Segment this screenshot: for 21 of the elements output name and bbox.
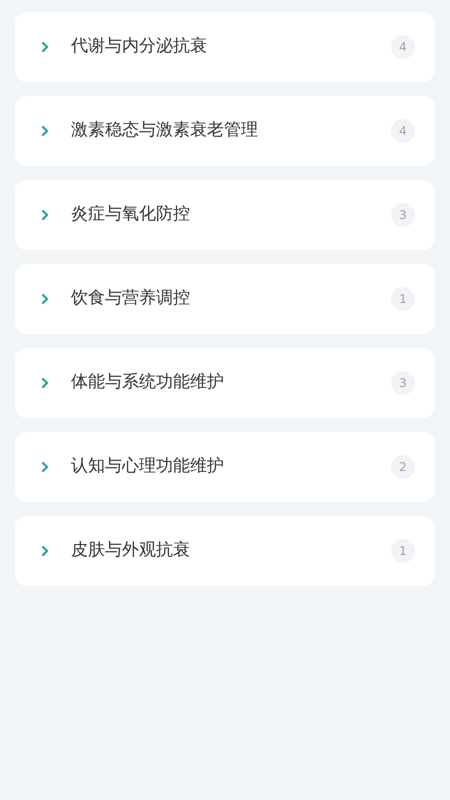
category-card[interactable]: 体能与系统功能维护 3 (15, 348, 435, 418)
category-card[interactable]: 代谢与内分泌抗衰 4 (15, 12, 435, 82)
count-badge: 2 (391, 455, 415, 479)
category-title: 炎症与氧化防控 (71, 203, 191, 226)
category-title: 皮肤与外观抗衰 (71, 539, 191, 562)
category-title: 饮食与营养调控 (71, 287, 191, 310)
category-title: 激素稳态与激素衰老管理 (71, 119, 259, 142)
category-card[interactable]: 饮食与营养调控 1 (15, 264, 435, 334)
category-card[interactable]: 炎症与氧化防控 3 (15, 180, 435, 250)
count-badge: 3 (391, 371, 415, 395)
category-card[interactable]: 激素稳态与激素衰老管理 4 (15, 96, 435, 166)
count-badge: 4 (391, 35, 415, 59)
count-badge: 3 (391, 203, 415, 227)
category-card[interactable]: 认知与心理功能维护 2 (15, 432, 435, 502)
category-title: 认知与心理功能维护 (71, 455, 225, 478)
category-title: 代谢与内分泌抗衰 (71, 35, 208, 58)
count-badge: 1 (391, 287, 415, 311)
count-badge: 1 (391, 539, 415, 563)
category-title: 体能与系统功能维护 (71, 371, 225, 394)
category-card[interactable]: 皮肤与外观抗衰 1 (15, 516, 435, 586)
count-badge: 4 (391, 119, 415, 143)
